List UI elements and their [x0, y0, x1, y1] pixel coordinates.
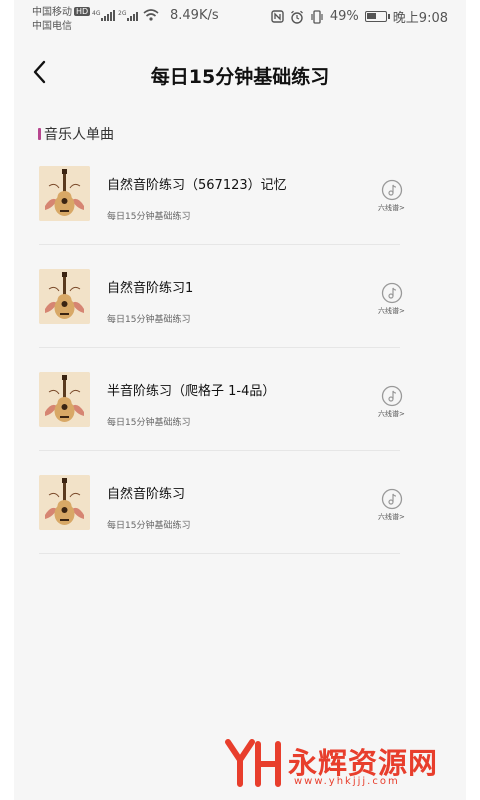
alarm-icon [290, 10, 303, 24]
carrier-2: 中国电信 [32, 21, 72, 32]
guitar-tab-label: 六线谱> [378, 307, 405, 315]
song-title: 自然音阶练习（567123）记忆 [107, 178, 287, 193]
svg-text:4G: 4G [92, 10, 101, 17]
song-item[interactable]: 半音阶练习（爬格子 1-4品） 每日15分钟基础练习 六线谱> [14, 348, 466, 451]
song-list: 自然音阶练习（567123）记忆 每日15分钟基础练习 六线谱> 自然音阶练习1… [14, 142, 466, 554]
song-subtitle: 每日15分钟基础练习 [107, 212, 191, 222]
guitar-tab-button[interactable]: 六线谱> [378, 488, 408, 524]
song-item[interactable]: 自然音阶练习 每日15分钟基础练习 六线谱> [14, 451, 466, 554]
music-note-icon [381, 385, 403, 407]
guitar-tab-button[interactable]: 六线谱> [378, 179, 408, 215]
guitar-tab-label: 六线谱> [378, 204, 405, 212]
section-title: 音乐人单曲 [44, 127, 114, 143]
clock: 晚上9:08 [392, 11, 448, 26]
song-title: 自然音阶练习 [107, 487, 186, 502]
battery-icon [364, 11, 390, 22]
status-right: 49% 晚上9:08 [271, 7, 448, 26]
svg-text:2G: 2G [118, 10, 127, 17]
guitar-tab-label: 六线谱> [378, 410, 405, 418]
song-title: 自然音阶练习1 [107, 281, 194, 296]
song-item[interactable]: 自然音阶练习（567123）记忆 每日15分钟基础练习 六线谱> [14, 142, 466, 245]
guitar-tab-button[interactable]: 六线谱> [378, 282, 408, 318]
hd-badge: HD [74, 7, 91, 16]
song-item[interactable]: 自然音阶练习1 每日15分钟基础练习 六线谱> [14, 245, 466, 348]
page-title: 每日15分钟基础练习 [150, 66, 330, 88]
music-note-icon [381, 488, 403, 510]
guitar-tab-label: 六线谱> [378, 513, 405, 521]
signal-icons: 4G 2G [92, 9, 159, 21]
guitar-tab-button[interactable]: 六线谱> [378, 385, 408, 421]
song-cover-thumbnail [39, 372, 90, 427]
divider [39, 553, 400, 554]
song-subtitle: 每日15分钟基础练习 [107, 521, 191, 531]
net-speed: 8.49K/s [170, 8, 219, 23]
screen: 中国移动 HD 中国电信 4G 2G 8.49K/s 49% 晚上9:08 每日… [0, 0, 480, 800]
song-cover-thumbnail [39, 166, 90, 221]
song-subtitle: 每日15分钟基础练习 [107, 315, 191, 325]
battery-percent: 49% [329, 9, 359, 24]
status-bar: 中国移动 HD 中国电信 4G 2G 8.49K/s 49% 晚上9:08 [14, 0, 466, 34]
nfc-icon [271, 10, 284, 23]
app-screen: 中国移动 HD 中国电信 4G 2G 8.49K/s 49% 晚上9:08 每日… [14, 0, 466, 800]
song-subtitle: 每日15分钟基础练习 [107, 418, 191, 428]
song-title: 半音阶练习（爬格子 1-4品） [107, 384, 276, 399]
watermark-logo-icon [225, 739, 281, 787]
watermark: 永辉资源网 www.yhkjjj.com [224, 738, 464, 790]
song-cover-thumbnail [39, 475, 90, 530]
music-note-icon [381, 282, 403, 304]
section-header: 音乐人单曲 [38, 124, 114, 144]
music-note-icon [381, 179, 403, 201]
watermark-url: www.yhkjjj.com [294, 776, 400, 787]
vibrate-icon [311, 9, 323, 24]
carrier-1: 中国移动 HD [32, 3, 91, 18]
section-accent-bar [38, 128, 41, 140]
header: 每日15分钟基础练习 [14, 44, 466, 104]
song-cover-thumbnail [39, 269, 90, 324]
